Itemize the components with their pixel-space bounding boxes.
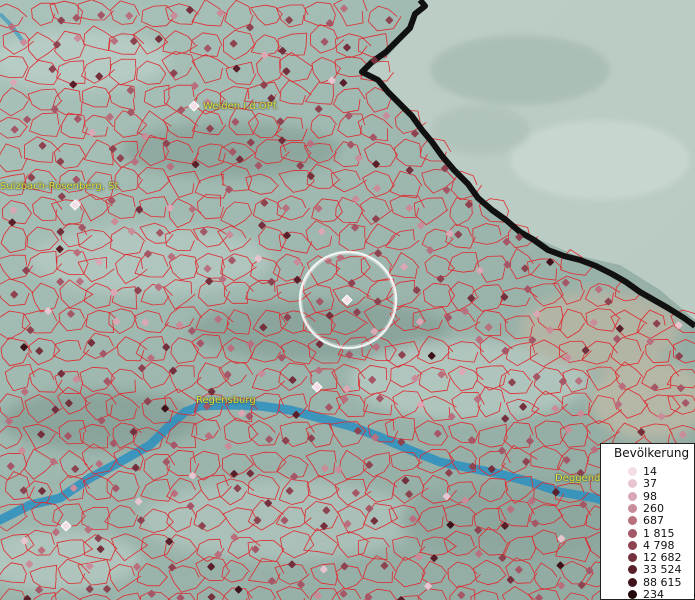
legend-label: 4 798	[643, 538, 675, 552]
legend-label: 234 243+	[643, 588, 664, 600]
legend-item: 33 524	[601, 563, 695, 576]
legend-item: 37	[601, 477, 695, 490]
legend-swatch	[628, 491, 637, 501]
legend-label: 260	[643, 501, 664, 515]
place-label-regensburg[interactable]: Regensburg	[196, 395, 256, 406]
population-legend: Bevölkerung 14 37 98 260 687 1 815 4 798 12 682…	[600, 443, 695, 600]
legend-label: 33 524	[643, 563, 682, 577]
legend-swatch	[628, 540, 637, 550]
legend-label: 98	[643, 489, 657, 503]
legend-label: 14	[643, 465, 657, 478]
legend-swatch	[628, 553, 637, 563]
legend-label: 1 815	[643, 526, 675, 540]
legend-swatch	[628, 590, 637, 599]
legend-item: 88 615	[601, 576, 695, 589]
legend-swatch	[628, 565, 637, 575]
legend-label: 12 682	[643, 551, 682, 565]
place-label-deggendorf[interactable]: Deggend	[555, 473, 600, 484]
legend-item: 12 682	[601, 551, 695, 564]
legend-item: 1 815	[601, 527, 695, 540]
place-label-weiden[interactable]: Weiden i.d.OPf.	[203, 101, 279, 112]
map-view[interactable]: Weiden i.d.OPf. Sulzbach-Rosenberg, St R…	[0, 0, 695, 600]
legend-swatch	[628, 503, 637, 513]
legend-swatch	[628, 528, 637, 538]
legend-swatch	[628, 577, 637, 587]
legend-label: 687	[643, 514, 664, 528]
legend-swatch	[628, 467, 637, 476]
selection-ring	[298, 250, 398, 350]
place-label-sulzbach-rosenberg[interactable]: Sulzbach-Rosenberg, St	[0, 181, 118, 192]
legend-item: 98	[601, 490, 695, 503]
legend-title: Bevölkerung	[614, 446, 690, 460]
legend-swatch	[628, 479, 637, 489]
legend-item: 260	[601, 502, 695, 515]
legend-item: 234 243+	[601, 588, 695, 600]
legend-label: 88 615	[643, 575, 682, 589]
legend-item: 687	[601, 514, 695, 527]
legend-item: 14	[601, 465, 695, 478]
legend-swatch	[628, 516, 637, 526]
legend-item: 4 798	[601, 539, 695, 552]
legend-label: 37	[643, 477, 657, 491]
